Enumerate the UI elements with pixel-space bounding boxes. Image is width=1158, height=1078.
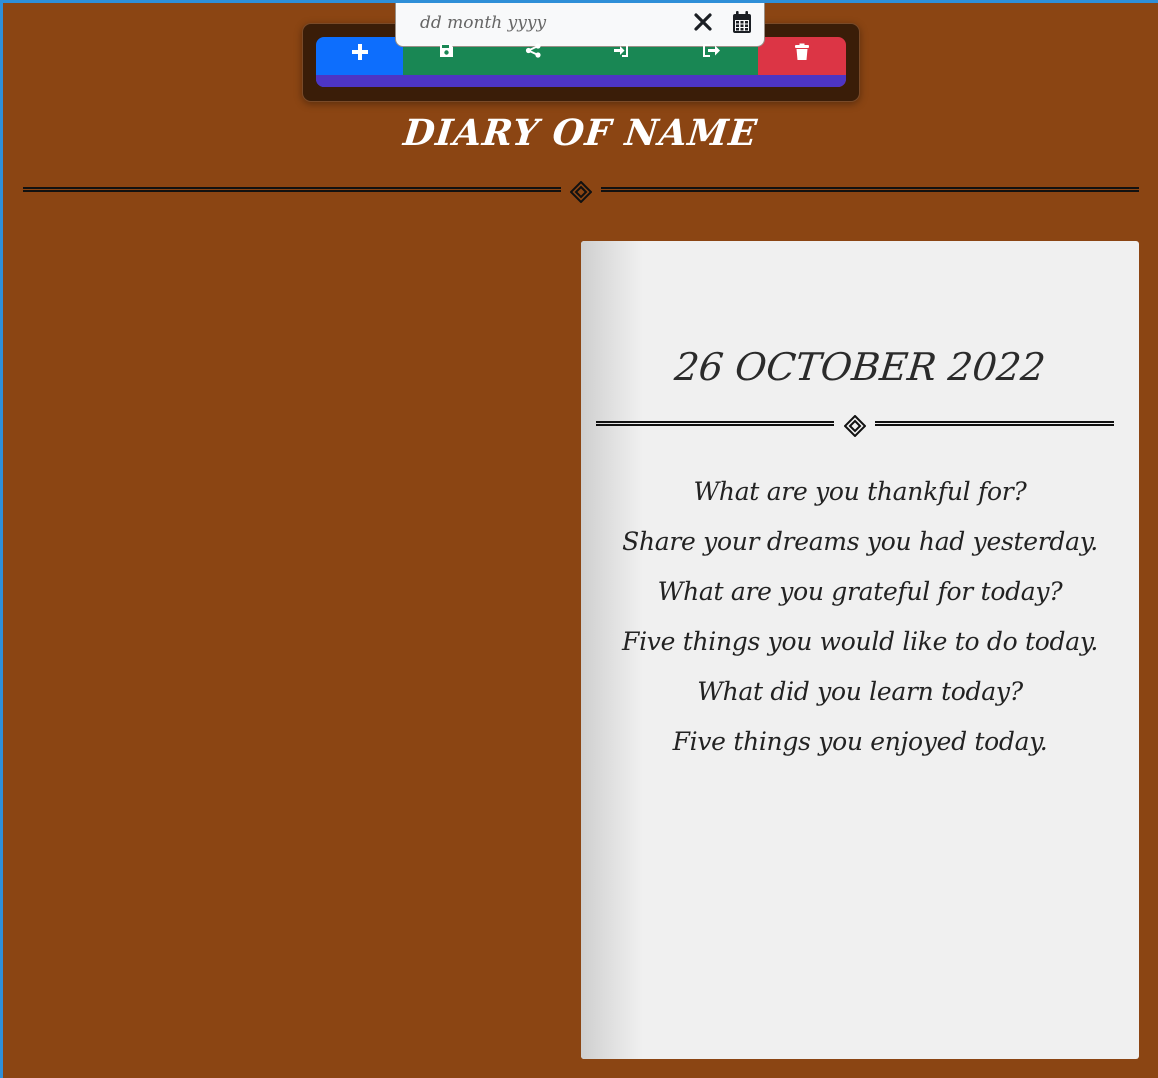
prompt-item: Five things you enjoyed today. — [672, 727, 1048, 756]
prompt-item: What are you grateful for today? — [657, 577, 1063, 606]
plus-icon — [351, 43, 369, 65]
prompt-item: What are you thankful for? — [693, 477, 1027, 506]
date-input[interactable] — [420, 10, 670, 36]
divider-line-right — [875, 421, 1114, 426]
close-icon[interactable] — [692, 11, 714, 33]
prompt-item: What did you learn today? — [697, 677, 1023, 706]
divider-line-right — [601, 187, 1139, 192]
prompt-item: Five things you would like to do today. — [622, 627, 1098, 656]
add-button[interactable] — [316, 37, 403, 87]
diary-app: DIARY OF NAME 26 OCTOBER 2022 What are y… — [3, 3, 1158, 1078]
calendar-icon[interactable] — [732, 10, 752, 34]
date-picker-popup — [395, 3, 765, 47]
sign-in-icon — [613, 43, 630, 62]
sign-out-icon — [702, 43, 722, 62]
diamond-ornament-icon — [843, 414, 867, 441]
prompt-item: Share your dreams you had yesterday. — [622, 527, 1098, 556]
delete-button[interactable] — [758, 37, 846, 87]
title-divider — [23, 180, 1139, 204]
floppy-disk-icon — [439, 43, 454, 62]
diamond-ornament-icon — [569, 180, 593, 207]
diary-page: 26 OCTOBER 2022 What are you thankful fo… — [581, 241, 1139, 1059]
trash-icon — [794, 43, 810, 65]
prompt-list: What are you thankful for? Share your dr… — [581, 467, 1139, 767]
divider-line-left — [596, 421, 834, 426]
page-date-divider — [596, 414, 1114, 438]
share-nodes-icon — [525, 43, 542, 62]
diary-title: DIARY OF NAME — [401, 112, 760, 154]
page-date: 26 OCTOBER 2022 — [672, 345, 1048, 389]
divider-line-left — [23, 187, 561, 192]
